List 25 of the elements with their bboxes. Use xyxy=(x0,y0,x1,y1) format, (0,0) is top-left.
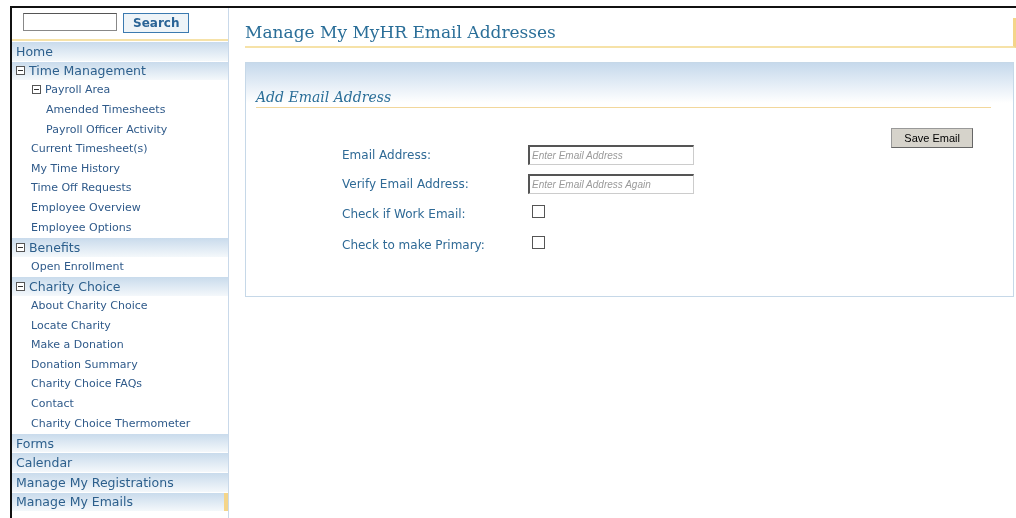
collapse-icon[interactable] xyxy=(16,281,25,291)
nav-section[interactable]: Benefits xyxy=(12,236,228,257)
checkbox[interactable] xyxy=(532,205,545,218)
nav-section[interactable]: Charity Choice xyxy=(12,276,228,296)
field-label: Check if Work Email: xyxy=(342,206,467,221)
field-label: Email Address: xyxy=(342,147,432,162)
checkbox[interactable] xyxy=(532,236,545,249)
save-email-button[interactable]: Save Email xyxy=(891,128,973,148)
nav-section[interactable]: Manage My Emails xyxy=(12,491,228,512)
field-label: Check to make Primary: xyxy=(342,237,486,252)
nav-section[interactable]: Forms xyxy=(12,432,228,453)
field-label: Verify Email Address: xyxy=(342,176,470,191)
nav-section[interactable]: Time Management xyxy=(12,60,228,81)
search-field[interactable] xyxy=(23,13,117,31)
nav-section[interactable]: Manage My Registrations xyxy=(12,472,228,492)
nav-section[interactable]: Calendar xyxy=(12,452,228,473)
collapse-icon[interactable] xyxy=(16,66,25,76)
collapse-icon[interactable] xyxy=(16,242,25,252)
nav-section[interactable]: Home xyxy=(12,41,228,61)
collapse-icon[interactable] xyxy=(32,85,41,95)
search-button[interactable]: Search xyxy=(123,13,190,33)
input-field[interactable]: Enter Email Address Again xyxy=(528,174,694,194)
page-title: Manage My MyHR Email Addresses xyxy=(245,18,1016,48)
section-title: Add Email Address xyxy=(256,89,991,108)
input-field[interactable]: Enter Email Address xyxy=(528,145,694,165)
